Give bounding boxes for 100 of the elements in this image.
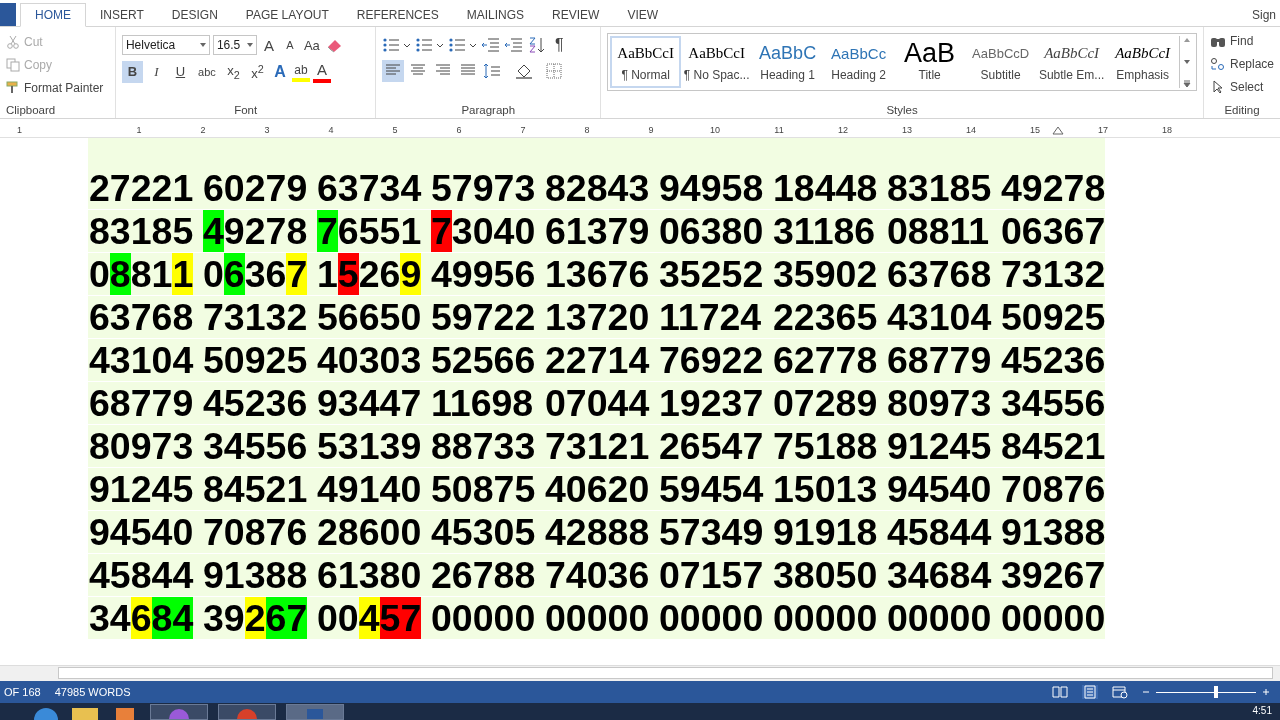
print-layout-icon[interactable] xyxy=(1082,685,1098,699)
number-cell: 63768 xyxy=(89,296,193,338)
number-cell: 57349 xyxy=(659,511,763,553)
number-cell: 91388 xyxy=(1001,511,1105,553)
digits: 0 xyxy=(203,253,224,295)
gallery-scroll-buttons[interactable] xyxy=(1178,36,1194,88)
number-cell: 13720 xyxy=(545,296,649,338)
align-button[interactable] xyxy=(382,60,405,82)
format-button[interactable]: U xyxy=(169,60,191,83)
shrink-font-button[interactable]: A xyxy=(280,38,299,52)
number-cell: 53139 xyxy=(317,425,421,467)
number-cell: 76922 xyxy=(659,339,763,381)
number-cell: 50875 xyxy=(431,468,535,510)
indent-icon[interactable] xyxy=(504,37,525,53)
web-layout-icon[interactable] xyxy=(1112,685,1128,699)
show-marks-button[interactable]: ¶ xyxy=(550,35,569,55)
zoom-in-icon[interactable] xyxy=(1262,688,1270,696)
editing-button[interactable]: Replace xyxy=(1209,54,1274,74)
number-cell: 61380 xyxy=(317,554,421,596)
number-cell: 07157 xyxy=(659,554,763,596)
number-cell: 00000 xyxy=(659,597,763,639)
number-cell: 45844 xyxy=(89,554,193,596)
number-cell: 73121 xyxy=(545,425,649,467)
number-cell: 56650 xyxy=(317,296,421,338)
number-cell: 00000 xyxy=(545,597,649,639)
list-icon[interactable] xyxy=(382,37,413,53)
number-cell: 18448 xyxy=(773,167,877,209)
number-cell: 28600 xyxy=(317,511,421,553)
group-label: Clipboard xyxy=(6,104,57,118)
replace-icon xyxy=(1209,57,1226,71)
format-button[interactable]: x$^{2}$ xyxy=(246,60,268,83)
format-button[interactable]: B xyxy=(121,60,143,83)
highlighted-digits: 2 xyxy=(244,597,266,639)
style-item[interactable]: AaBbC Heading 1 xyxy=(752,36,824,88)
font-color-button[interactable]: A xyxy=(312,60,331,83)
style-item[interactable]: AaBbCcI Emphasis xyxy=(1107,36,1179,88)
indent-icon[interactable] xyxy=(481,37,502,53)
number-cell: 62778 xyxy=(773,339,877,381)
group-label: Styles xyxy=(885,104,919,118)
highlighted-digits: 5 xyxy=(337,253,359,295)
highlighted-digits: 6 xyxy=(223,253,245,295)
list-icon[interactable] xyxy=(415,37,446,53)
scrollbar-thumb[interactable] xyxy=(58,667,1273,679)
list-icon[interactable] xyxy=(448,37,479,53)
highlight-button[interactable]: ab xyxy=(291,61,310,82)
clipboard-button[interactable]: Format Painter xyxy=(6,78,109,97)
indent-marker[interactable] xyxy=(1052,125,1064,135)
digits: 00 xyxy=(317,597,359,639)
number-cell: 82843 xyxy=(545,167,649,209)
number-cell: 39267 xyxy=(1001,554,1105,596)
number-cell: 49956 xyxy=(431,253,535,295)
editing-button[interactable]: Find xyxy=(1209,31,1274,51)
ribbon-tab[interactable]: INSERT xyxy=(86,3,158,27)
style-item[interactable]: AaBbCc Heading 2 xyxy=(823,36,895,88)
digits: 26 xyxy=(358,253,401,295)
highlighted-digits: 4 xyxy=(203,210,224,252)
ribbon-tab[interactable]: HOME xyxy=(20,3,86,27)
ribbon-tab[interactable]: DESIGN xyxy=(157,3,232,27)
number-cell: 00000 xyxy=(431,597,535,639)
number-cell: 42888 xyxy=(545,511,649,553)
number-cell: 70876 xyxy=(203,511,307,553)
editing-button[interactable]: Select xyxy=(1209,77,1274,97)
zoom-out-icon[interactable] xyxy=(1142,688,1150,696)
style-item[interactable]: AaBbCcI ¶ No Spac... xyxy=(681,36,753,88)
taskbar-app[interactable] xyxy=(150,704,208,720)
read-mode-icon[interactable] xyxy=(1052,685,1068,699)
change-case-button[interactable]: Aa xyxy=(301,36,322,54)
zoom-thumb[interactable] xyxy=(1214,686,1218,698)
sign-in-link[interactable]: Sign xyxy=(1251,7,1280,22)
format-button[interactable]: abc xyxy=(193,60,220,83)
grow-font-button[interactable]: A xyxy=(259,35,278,55)
number-cell: 11724 xyxy=(659,296,763,338)
group-label: Editing xyxy=(1223,104,1261,118)
number-cell: 84521 xyxy=(1001,425,1105,467)
style-item[interactable]: AaBbCcD Subtitle xyxy=(965,36,1037,88)
taskbar-app[interactable] xyxy=(218,704,276,720)
ribbon-tab[interactable]: VIEW xyxy=(613,3,673,27)
number-cell: 50925 xyxy=(203,339,307,381)
font-name-field[interactable]: Helvetica xyxy=(121,35,210,55)
number-cell: 11698 xyxy=(431,382,535,424)
number-cell: 45844 xyxy=(887,511,991,553)
number-cell: 91245 xyxy=(887,425,991,467)
style-item[interactable]: AaB Title xyxy=(894,36,966,88)
word-count: 47985 WORDS xyxy=(54,686,131,698)
ribbon-tab[interactable]: REFERENCES xyxy=(342,3,453,27)
format-button[interactable]: x$_{2}$ xyxy=(222,60,244,83)
number-cell: 94540 xyxy=(887,468,991,510)
font-size-field[interactable]: 16.5 xyxy=(212,35,257,55)
taskbar-app[interactable] xyxy=(286,704,344,720)
ribbon-tab[interactable]: MAILINGS xyxy=(452,3,539,27)
style-item[interactable]: AaBbCcI ¶ Normal xyxy=(610,36,682,88)
style-item[interactable]: AaBbCcI Subtle Em... xyxy=(1036,36,1108,88)
format-button[interactable]: I xyxy=(145,60,167,83)
number-cell: 70876 xyxy=(1001,468,1105,510)
ribbon-tab[interactable]: PAGE LAYOUT xyxy=(231,3,343,27)
ribbon-tab[interactable]: REVIEW xyxy=(538,3,614,27)
number-cell: 49140 xyxy=(317,468,421,510)
number-cell: 88733 xyxy=(431,425,535,467)
number-cell: 22714 xyxy=(545,339,649,381)
text-effects-button[interactable]: A xyxy=(270,61,289,82)
